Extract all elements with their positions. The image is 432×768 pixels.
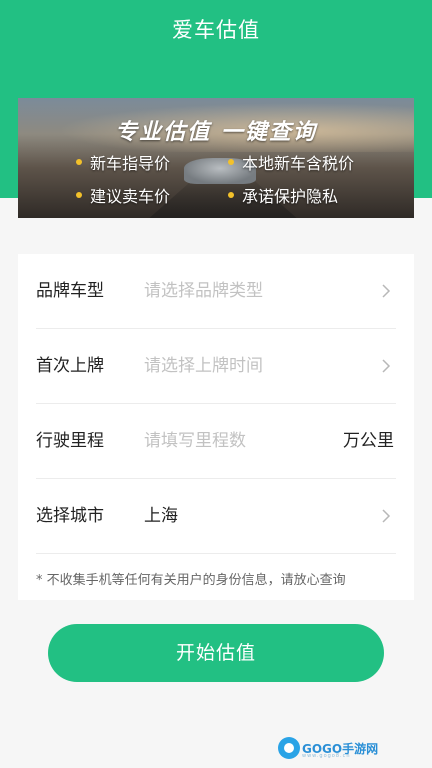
city-row[interactable]: 选择城市 上海 [36, 479, 396, 554]
chevron-right-icon [382, 359, 391, 373]
brand-model-label: 品牌车型 [36, 281, 104, 301]
start-valuation-button[interactable]: 开始估值 [48, 624, 384, 682]
banner-feature: 承诺保护隐私 [228, 183, 338, 207]
watermark: GOGO手游网 www.gogo8.cn [278, 736, 378, 760]
mileage-unit: 万公里 [343, 431, 394, 451]
watermark-url: www.gogo8.cn [302, 753, 351, 759]
banner-feature: 建议卖车价 [76, 183, 170, 207]
mileage-label: 行驶里程 [36, 431, 104, 451]
banner-feature-label: 本地新车含税价 [242, 154, 355, 173]
city-picker[interactable]: 上海 [144, 479, 178, 554]
banner-feature: 新车指导价 [76, 150, 170, 174]
gogo-logo-icon [278, 737, 300, 759]
first-registration-picker[interactable]: 请选择上牌时间 [144, 329, 263, 404]
page-title: 爱车估值 [172, 18, 260, 42]
bullet-icon [76, 192, 82, 198]
privacy-note: * 不收集手机等任何有关用户的身份信息，请放心查询 [36, 573, 346, 588]
mileage-row: 行驶里程 请填写里程数 万公里 [36, 404, 396, 479]
chevron-right-icon [382, 509, 391, 523]
first-registration-row[interactable]: 首次上牌 请选择上牌时间 [36, 329, 396, 404]
bullet-icon [228, 192, 234, 198]
bullet-icon [228, 159, 234, 165]
bullet-icon [76, 159, 82, 165]
brand-model-row[interactable]: 品牌车型 请选择品牌类型 [36, 254, 396, 329]
city-label: 选择城市 [36, 506, 104, 526]
banner-headline: 专业估值 一键查询 [115, 120, 317, 145]
promo-banner: 专业估值 一键查询 新车指导价 本地新车含税价 建议卖车价 承诺保护隐私 [18, 98, 414, 218]
banner-feature-label: 建议卖车价 [90, 187, 171, 206]
mileage-input[interactable]: 请填写里程数 [144, 404, 246, 479]
first-registration-label: 首次上牌 [36, 356, 104, 376]
banner-feature-label: 新车指导价 [90, 154, 171, 173]
valuation-form: 品牌车型 请选择品牌类型 首次上牌 请选择上牌时间 行驶里程 请填写里程数 万公… [18, 254, 414, 600]
brand-model-picker[interactable]: 请选择品牌类型 [144, 254, 263, 329]
banner-feature: 本地新车含税价 [228, 150, 354, 174]
chevron-right-icon [382, 284, 391, 298]
banner-feature-label: 承诺保护隐私 [242, 187, 339, 206]
